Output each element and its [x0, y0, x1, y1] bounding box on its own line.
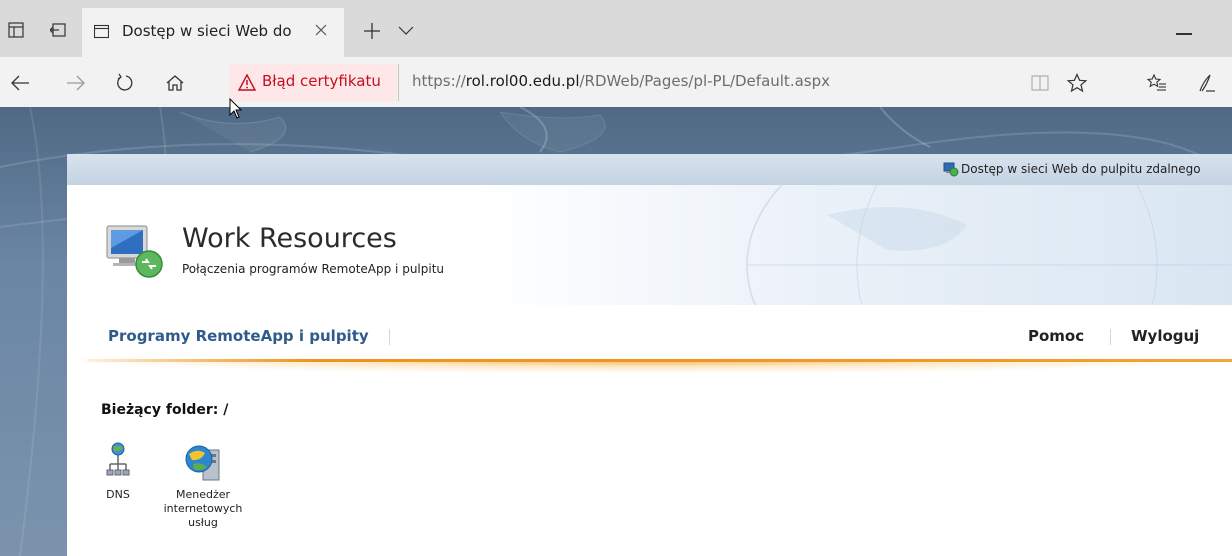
app-label-line: Menedżer — [175, 488, 231, 501]
header-banner: Work Resources Połączenia programów Remo… — [67, 185, 1232, 305]
tab-bar: Dostęp w sieci Web do — [0, 0, 1232, 57]
refresh-icon[interactable] — [115, 73, 135, 93]
app-label-line: usług — [188, 516, 218, 529]
page-title: Work Resources — [182, 223, 397, 254]
tab-aside-icon[interactable] — [8, 22, 24, 38]
dns-icon — [106, 442, 130, 476]
url-host: rol.rol00.edu.pl — [465, 72, 580, 90]
current-folder-label: Bieżący folder: / — [101, 402, 229, 418]
app-iis-manager[interactable]: Menedżer internetowych usług — [161, 444, 245, 530]
close-icon[interactable] — [313, 22, 329, 38]
document-icon — [94, 24, 109, 39]
globe-watermark — [746, 185, 1232, 305]
home-icon[interactable] — [165, 73, 185, 93]
mouse-cursor-icon — [229, 98, 243, 119]
url-scheme: https:// — [412, 72, 466, 90]
certificate-error-badge[interactable]: Błąd certyfikatu — [229, 64, 397, 101]
remoteapp-logo-icon — [106, 225, 163, 278]
address-field[interactable]: https://rol.rol00.edu.pl/RDWeb/Pages/pl-… — [412, 72, 830, 90]
app-dns[interactable]: DNS — [97, 442, 139, 502]
new-tab-icon[interactable] — [362, 21, 382, 41]
back-icon[interactable] — [10, 73, 30, 93]
set-aside-icon[interactable] — [50, 22, 66, 38]
warning-icon — [238, 74, 256, 91]
nav-help[interactable]: Pomoc — [1028, 327, 1084, 345]
tab-active[interactable]: Dostęp w sieci Web do — [82, 8, 344, 57]
nav-logout[interactable]: Wyloguj — [1131, 327, 1199, 345]
remote-desktop-web-icon — [943, 162, 959, 177]
chevron-down-icon[interactable] — [398, 24, 414, 36]
web-note-icon[interactable] — [1196, 73, 1216, 93]
app-label: DNS — [106, 488, 130, 501]
orange-divider — [67, 359, 1232, 373]
app-label-line: internetowych — [163, 502, 243, 515]
url-path: /RDWeb/Pages/pl-PL/Default.aspx — [579, 72, 830, 90]
certificate-error-label: Błąd certyfikatu — [262, 72, 381, 90]
favorite-star-icon[interactable] — [1067, 73, 1087, 93]
rdweb-panel: Dostęp w sieci Web do pulpitu zdalnego W… — [67, 154, 1232, 556]
iis-manager-icon — [185, 445, 220, 481]
nav-separator — [1110, 329, 1111, 345]
reading-view-icon[interactable] — [1030, 73, 1050, 93]
address-separator — [398, 64, 399, 101]
favorites-hub-icon[interactable] — [1147, 73, 1167, 93]
top-strip-title: Dostęp w sieci Web do pulpitu zdalnego — [961, 162, 1201, 176]
tab-title: Dostęp w sieci Web do — [122, 22, 292, 40]
minimize-icon[interactable] — [1176, 33, 1192, 35]
top-strip: Dostęp w sieci Web do pulpitu zdalnego — [67, 154, 1232, 185]
page-subtitle: Połączenia programów RemoteApp i pulpitu — [182, 262, 445, 276]
nav-separator — [389, 329, 390, 345]
forward-icon[interactable] — [66, 73, 86, 93]
nav-remoteapp-programs[interactable]: Programy RemoteApp i pulpity — [108, 327, 369, 345]
